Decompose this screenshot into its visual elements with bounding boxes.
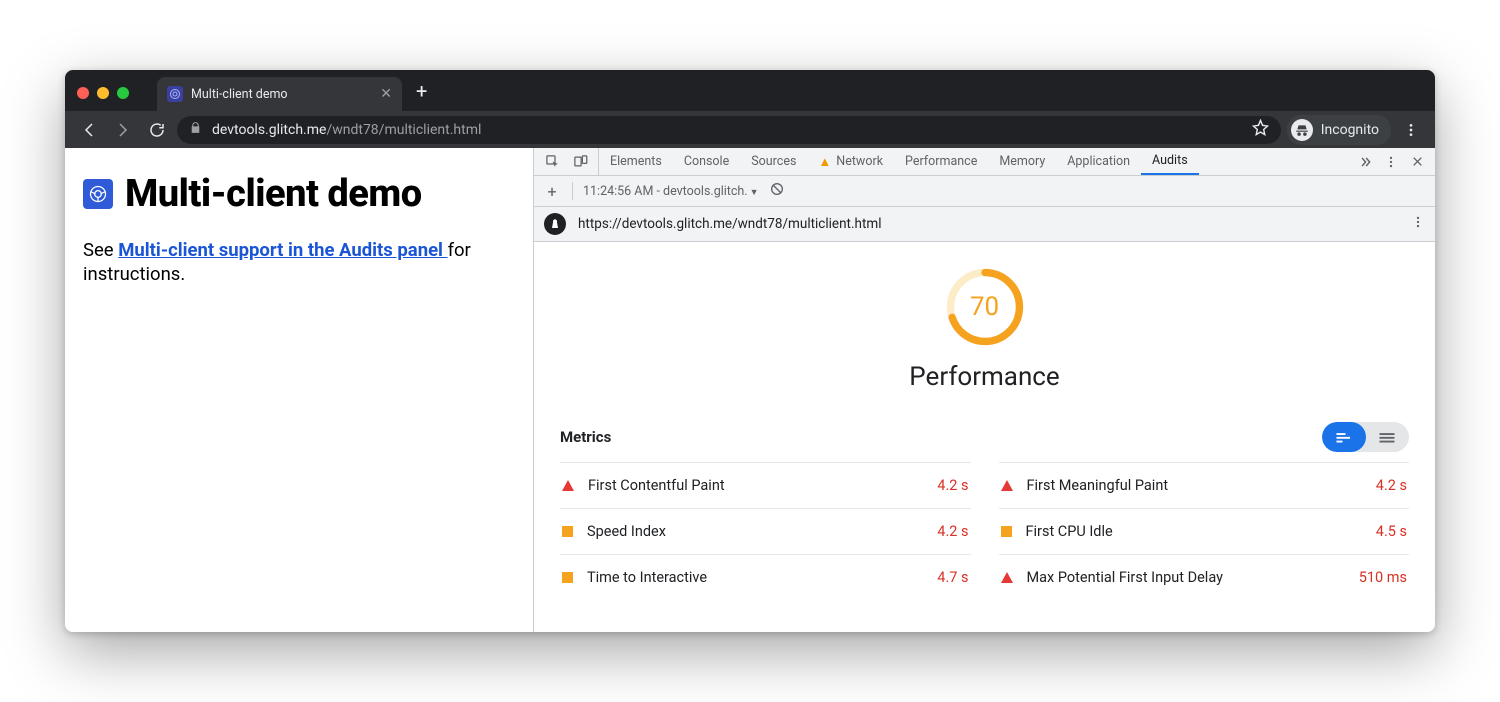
triangle-icon <box>1001 480 1013 491</box>
toggle-concise-icon[interactable] <box>1322 422 1366 452</box>
devtools-tab-network[interactable]: ▲ Network <box>807 148 894 175</box>
metrics-grid: First Contentful Paint4.2 sFirst Meaning… <box>560 462 1409 600</box>
metric-name: Max Potential First Input Delay <box>1027 569 1223 586</box>
metric-row[interactable]: Speed Index 4.2 s <box>560 508 971 554</box>
tab-label: Elements <box>610 154 662 169</box>
rendered-page: Multi-client demo See Multi-client suppo… <box>65 148 533 632</box>
page-logo-icon <box>83 179 113 209</box>
inspect-element-icon[interactable] <box>540 150 564 174</box>
devtools-tab-memory[interactable]: Memory <box>988 148 1056 175</box>
gauge-title: Performance <box>909 362 1059 392</box>
devtools-tab-audits[interactable]: Audits <box>1141 148 1199 175</box>
devtools-panel: Elements Console Sources ▲ Network Performanc… <box>533 148 1435 632</box>
window-controls <box>73 87 137 111</box>
audits-toolbar: + 11:24:56 AM - devtools.glitch.▼ <box>534 176 1435 207</box>
browser-tab[interactable]: Multi-client demo ✕ <box>157 77 402 111</box>
metric-name: First Contentful Paint <box>588 477 725 494</box>
instructions-link[interactable]: Multi-client support in the Audits panel <box>118 239 447 261</box>
new-audit-button[interactable]: + <box>542 182 562 201</box>
incognito-label: Incognito <box>1321 122 1379 138</box>
bookmark-star-icon[interactable] <box>1252 119 1269 140</box>
separator <box>572 182 573 200</box>
tab-title: Multi-client demo <box>191 87 288 102</box>
devtools-inspect-controls <box>534 148 599 175</box>
audit-report: 70 Performance Metrics First <box>534 242 1435 632</box>
devtools-close-icon[interactable] <box>1405 150 1429 174</box>
devtools-tab-application[interactable]: Application <box>1056 148 1141 175</box>
page-heading: Multi-client demo <box>83 172 515 216</box>
performance-gauge: 70 <box>944 266 1026 348</box>
page-body: See Multi-client support in the Audits p… <box>83 238 515 286</box>
metric-value: 4.7 s <box>937 569 968 586</box>
audit-url-text: https://devtools.glitch.me/wndt78/multic… <box>578 216 882 232</box>
triangle-icon <box>562 480 574 491</box>
close-window-button[interactable] <box>77 87 89 99</box>
metric-row[interactable]: Max Potential First Input Delay 510 ms <box>999 554 1410 600</box>
clear-audit-icon[interactable] <box>769 181 785 201</box>
warning-icon: ▲ <box>818 154 831 170</box>
tab-label: Performance <box>905 154 977 169</box>
forward-button[interactable] <box>109 116 137 144</box>
performance-score: 70 <box>944 266 1026 348</box>
metric-row[interactable]: Time to Interactive 4.7 s <box>560 554 971 600</box>
tab-strip: Multi-client demo ✕ + <box>65 70 1435 111</box>
lock-icon <box>189 121 202 138</box>
metric-value: 4.2 s <box>1376 477 1407 494</box>
lighthouse-badge-icon <box>544 213 566 235</box>
back-button[interactable] <box>75 116 103 144</box>
devtools-tabbar: Elements Console Sources ▲ Network Performanc… <box>534 148 1435 176</box>
tab-label: Sources <box>751 154 796 169</box>
square-icon <box>562 526 573 537</box>
metric-name: Speed Index <box>587 523 666 540</box>
minimize-window-button[interactable] <box>97 87 109 99</box>
browser-menu-button[interactable] <box>1397 116 1425 144</box>
toggle-expanded-icon[interactable] <box>1366 422 1410 452</box>
tab-label: Network <box>836 154 883 169</box>
audit-run-selector[interactable]: 11:24:56 AM - devtools.glitch.▼ <box>583 184 759 199</box>
devtools-tab-console[interactable]: Console <box>673 148 740 175</box>
tab-label: Memory <box>999 154 1045 169</box>
more-tabs-icon[interactable] <box>1353 150 1377 174</box>
metrics-heading: Metrics <box>560 428 611 446</box>
metrics-view-toggle[interactable] <box>1322 422 1409 452</box>
tab-label: Application <box>1067 154 1130 169</box>
browser-window: Multi-client demo ✕ + devtools.glitch.me… <box>65 70 1435 632</box>
devtools-tab-performance[interactable]: Performance <box>894 148 988 175</box>
square-icon <box>562 572 573 583</box>
metric-row[interactable]: First Contentful Paint 4.2 s <box>560 462 971 508</box>
url-text: devtools.glitch.me/wndt78/multiclient.ht… <box>212 122 481 138</box>
metric-value: 4.5 s <box>1376 523 1407 540</box>
device-toolbar-icon[interactable] <box>568 150 592 174</box>
maximize-window-button[interactable] <box>117 87 129 99</box>
browser-toolbar: devtools.glitch.me/wndt78/multiclient.ht… <box>65 111 1435 148</box>
tab-label: Console <box>684 154 729 169</box>
favicon-icon <box>167 86 183 102</box>
reload-button[interactable] <box>143 116 171 144</box>
metric-value: 4.2 s <box>937 477 968 494</box>
incognito-icon <box>1291 119 1313 141</box>
new-tab-button[interactable]: + <box>402 79 441 111</box>
triangle-icon <box>1001 572 1013 583</box>
devtools-tab-elements[interactable]: Elements <box>599 148 673 175</box>
metric-name: First CPU Idle <box>1026 523 1113 540</box>
devtools-tab-sources[interactable]: Sources <box>740 148 807 175</box>
metric-value: 510 ms <box>1359 569 1407 586</box>
metric-row[interactable]: First CPU Idle 4.5 s <box>999 508 1410 554</box>
metric-value: 4.2 s <box>937 523 968 540</box>
audit-options-icon[interactable] <box>1411 215 1425 233</box>
metric-row[interactable]: First Meaningful Paint 4.2 s <box>999 462 1410 508</box>
close-tab-icon[interactable]: ✕ <box>380 86 392 102</box>
tab-label: Audits <box>1152 153 1188 168</box>
devtools-menu-icon[interactable] <box>1379 150 1403 174</box>
metric-name: First Meaningful Paint <box>1027 477 1169 494</box>
audit-url-bar: https://devtools.glitch.me/wndt78/multic… <box>534 207 1435 242</box>
address-bar[interactable]: devtools.glitch.me/wndt78/multiclient.ht… <box>177 116 1281 144</box>
square-icon <box>1001 526 1012 537</box>
incognito-badge[interactable]: Incognito <box>1287 115 1391 145</box>
metric-name: Time to Interactive <box>587 569 707 586</box>
content-area: Multi-client demo See Multi-client suppo… <box>65 148 1435 632</box>
